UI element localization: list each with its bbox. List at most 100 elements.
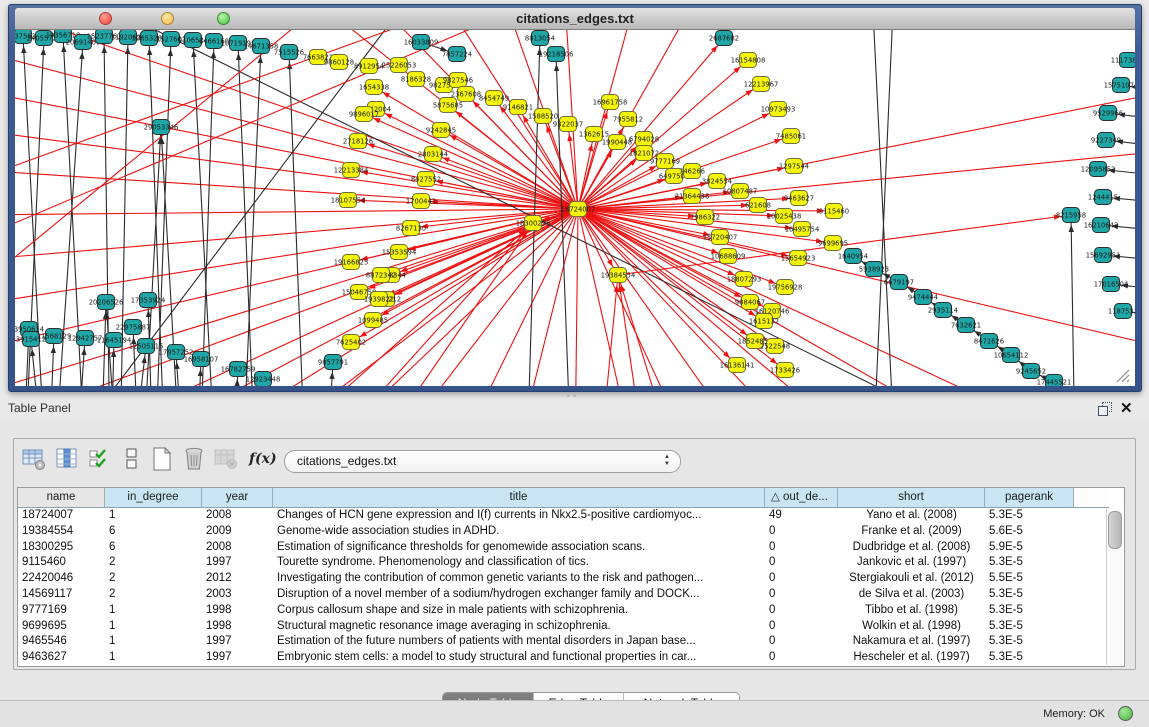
table-cell[interactable]: 5.3E-5 <box>985 603 1074 619</box>
graph-node[interactable]: 1640954 <box>838 249 868 264</box>
table-cell[interactable]: 0 <box>765 587 838 603</box>
table-cell[interactable]: 5.3E-5 <box>985 587 1074 603</box>
graph-node[interactable]: 16154808 <box>731 53 766 68</box>
graph-node[interactable]: 15720407 <box>703 230 738 245</box>
graph-node[interactable]: 8215958 <box>1056 208 1086 223</box>
graph-node[interactable]: 1654338 <box>359 80 389 95</box>
graph-node[interactable]: 1700443 <box>406 194 436 209</box>
table-cell[interactable]: 18724007 <box>18 508 105 524</box>
column-header-out_de[interactable]: △ out_de... <box>765 488 838 508</box>
graph-node[interactable]: 7857224 <box>442 47 472 62</box>
table-cell[interactable]: 14569117 <box>18 587 105 603</box>
table-cell[interactable]: Stergiakouli et al. (2012) <box>838 571 985 587</box>
graph-node[interactable]: 12213967 <box>744 77 779 92</box>
table-row[interactable]: 946554611997Estimation of the future num… <box>18 634 1124 650</box>
graph-node[interactable]: 7955812 <box>613 112 643 127</box>
graph-node[interactable]: 29053346 <box>144 120 179 135</box>
delete-rows-icon[interactable] <box>181 445 207 473</box>
table-cell[interactable]: 1 <box>105 603 202 619</box>
table-cell[interactable]: 9777169 <box>18 603 105 619</box>
table-cell[interactable]: Estimation of significance thresholds fo… <box>273 540 765 556</box>
graph-node[interactable]: 9857791 <box>318 355 348 370</box>
graph-node[interactable]: 1297544 <box>779 159 809 174</box>
table-cell[interactable]: 19384554 <box>18 524 105 540</box>
table-row[interactable]: 1938455462009Genome-wide association stu… <box>18 524 1124 540</box>
column-header-short[interactable]: short <box>838 488 985 508</box>
graph-node[interactable]: 12923448 <box>246 372 281 387</box>
graph-node[interactable]: 20206526 <box>89 295 124 310</box>
close-panel-icon[interactable]: ✕ <box>1120 399 1133 417</box>
table-combo[interactable]: citations_edges.txt ▲▼ <box>284 450 681 473</box>
float-panel-icon[interactable] <box>1098 402 1112 416</box>
graph-node[interactable]: 16033809 <box>404 35 439 50</box>
function-builder-icon[interactable]: f(x) <box>249 445 275 473</box>
graph-node[interactable]: 1244415 <box>1088 190 1118 205</box>
graph-node[interactable]: 15353594 <box>382 245 417 260</box>
resize-handle-icon[interactable] <box>1113 366 1133 384</box>
table-cell[interactable]: 5.3E-5 <box>985 619 1074 635</box>
graph-node[interactable]: 9227349 <box>1091 133 1121 148</box>
graph-node[interactable]: 22975887 <box>116 320 151 335</box>
new-table-icon[interactable] <box>149 445 175 473</box>
graph-node[interactable]: 8186328 <box>401 72 431 87</box>
table-cell[interactable]: 9115460 <box>18 555 105 571</box>
graph-node[interactable]: 15751074 <box>1104 78 1135 93</box>
show-columns-icon[interactable] <box>87 445 113 473</box>
graph-node[interactable]: 12213384 <box>334 163 369 178</box>
table-cell[interactable]: 6 <box>105 524 202 540</box>
table-cell[interactable]: 1997 <box>202 555 273 571</box>
citation-graph[interactable]: 1837563424055724193567182069140615237761… <box>15 30 1135 386</box>
merge-rows-icon[interactable] <box>119 445 145 473</box>
column-header-in_degree[interactable]: in_degree <box>105 488 202 508</box>
graph-node[interactable]: 2687682 <box>709 31 739 46</box>
graph-node[interactable]: 11173841 <box>1111 53 1135 68</box>
table-cell[interactable]: 1 <box>105 508 202 524</box>
window-titlebar[interactable]: citations_edges.txt <box>15 8 1135 30</box>
table-row[interactable]: 946362711997Embryonic stem cells: a mode… <box>18 650 1124 666</box>
graph-node[interactable]: 25226053 <box>382 58 417 73</box>
table-cell[interactable]: Changes of HCN gene expression and I(f) … <box>273 508 765 524</box>
graph-node[interactable]: 17016504 <box>1094 277 1129 292</box>
table-cell[interactable]: Hescheler et al. (1997) <box>838 650 985 666</box>
column-header-title[interactable]: title <box>273 488 765 508</box>
table-cell[interactable]: 9463627 <box>18 650 105 666</box>
select-columns-icon[interactable] <box>54 445 80 473</box>
table-cell[interactable]: Disruption of a novel member of a sodium… <box>273 587 765 603</box>
graph-node[interactable]: 9529966 <box>1093 106 1123 121</box>
table-cell[interactable]: 2 <box>105 587 202 603</box>
graph-node[interactable]: 21364436 <box>675 189 710 204</box>
network-canvas[interactable]: 1837563424055724193567182069140615237761… <box>15 30 1135 386</box>
table-cell[interactable]: 1 <box>105 619 202 635</box>
graph-node[interactable]: 8813054 <box>525 31 555 46</box>
delete-table-icon[interactable] <box>213 445 239 473</box>
table-cell[interactable]: Dudbridge et al. (2008) <box>838 540 985 556</box>
column-header-pagerank[interactable]: pagerank <box>985 488 1074 508</box>
graph-node[interactable]: 16782759 <box>221 362 256 377</box>
table-cell[interactable]: 2012 <box>202 571 273 587</box>
table-cell[interactable]: Wolkin et al. (1998) <box>838 619 985 635</box>
table-cell[interactable]: 5.5E-5 <box>985 571 1074 587</box>
table-cell[interactable]: 1 <box>105 634 202 650</box>
graph-node[interactable]: 17353924 <box>131 293 166 308</box>
graph-node[interactable]: 9242845 <box>426 123 456 138</box>
table-cell[interactable]: Yano et al. (2008) <box>838 508 985 524</box>
column-header-name[interactable]: name <box>18 488 105 508</box>
table-row[interactable]: 1456911722003Disruption of a novel membe… <box>18 587 1124 603</box>
graph-node[interactable]: 8912954 <box>354 59 384 74</box>
table-cell[interactable]: 1998 <box>202 603 273 619</box>
table-cell[interactable]: Structural magnetic resonance image aver… <box>273 619 765 635</box>
column-header-year[interactable]: year <box>202 488 273 508</box>
table-cell[interactable]: 2008 <box>202 508 273 524</box>
table-scrollbar[interactable] <box>1106 509 1122 665</box>
table-cell[interactable]: 2009 <box>202 524 273 540</box>
table-cell[interactable]: 5.9E-5 <box>985 540 1074 556</box>
table-cell[interactable]: 1 <box>105 650 202 666</box>
table-cell[interactable]: 2003 <box>202 587 273 603</box>
table-cell[interactable]: 5.3E-5 <box>985 508 1074 524</box>
table-cell[interactable]: Jankovic et al. (1997) <box>838 555 985 571</box>
graph-node[interactable]: 7625402 <box>336 335 366 350</box>
table-cell[interactable]: Estimation of the future numbers of pati… <box>273 634 765 650</box>
table-cell[interactable]: Corpus callosum shape and size in male p… <box>273 603 765 619</box>
graph-node[interactable]: 10807487 <box>723 184 758 199</box>
table-row[interactable]: 911546021997Tourette syndrome. Phenomeno… <box>18 555 1124 571</box>
